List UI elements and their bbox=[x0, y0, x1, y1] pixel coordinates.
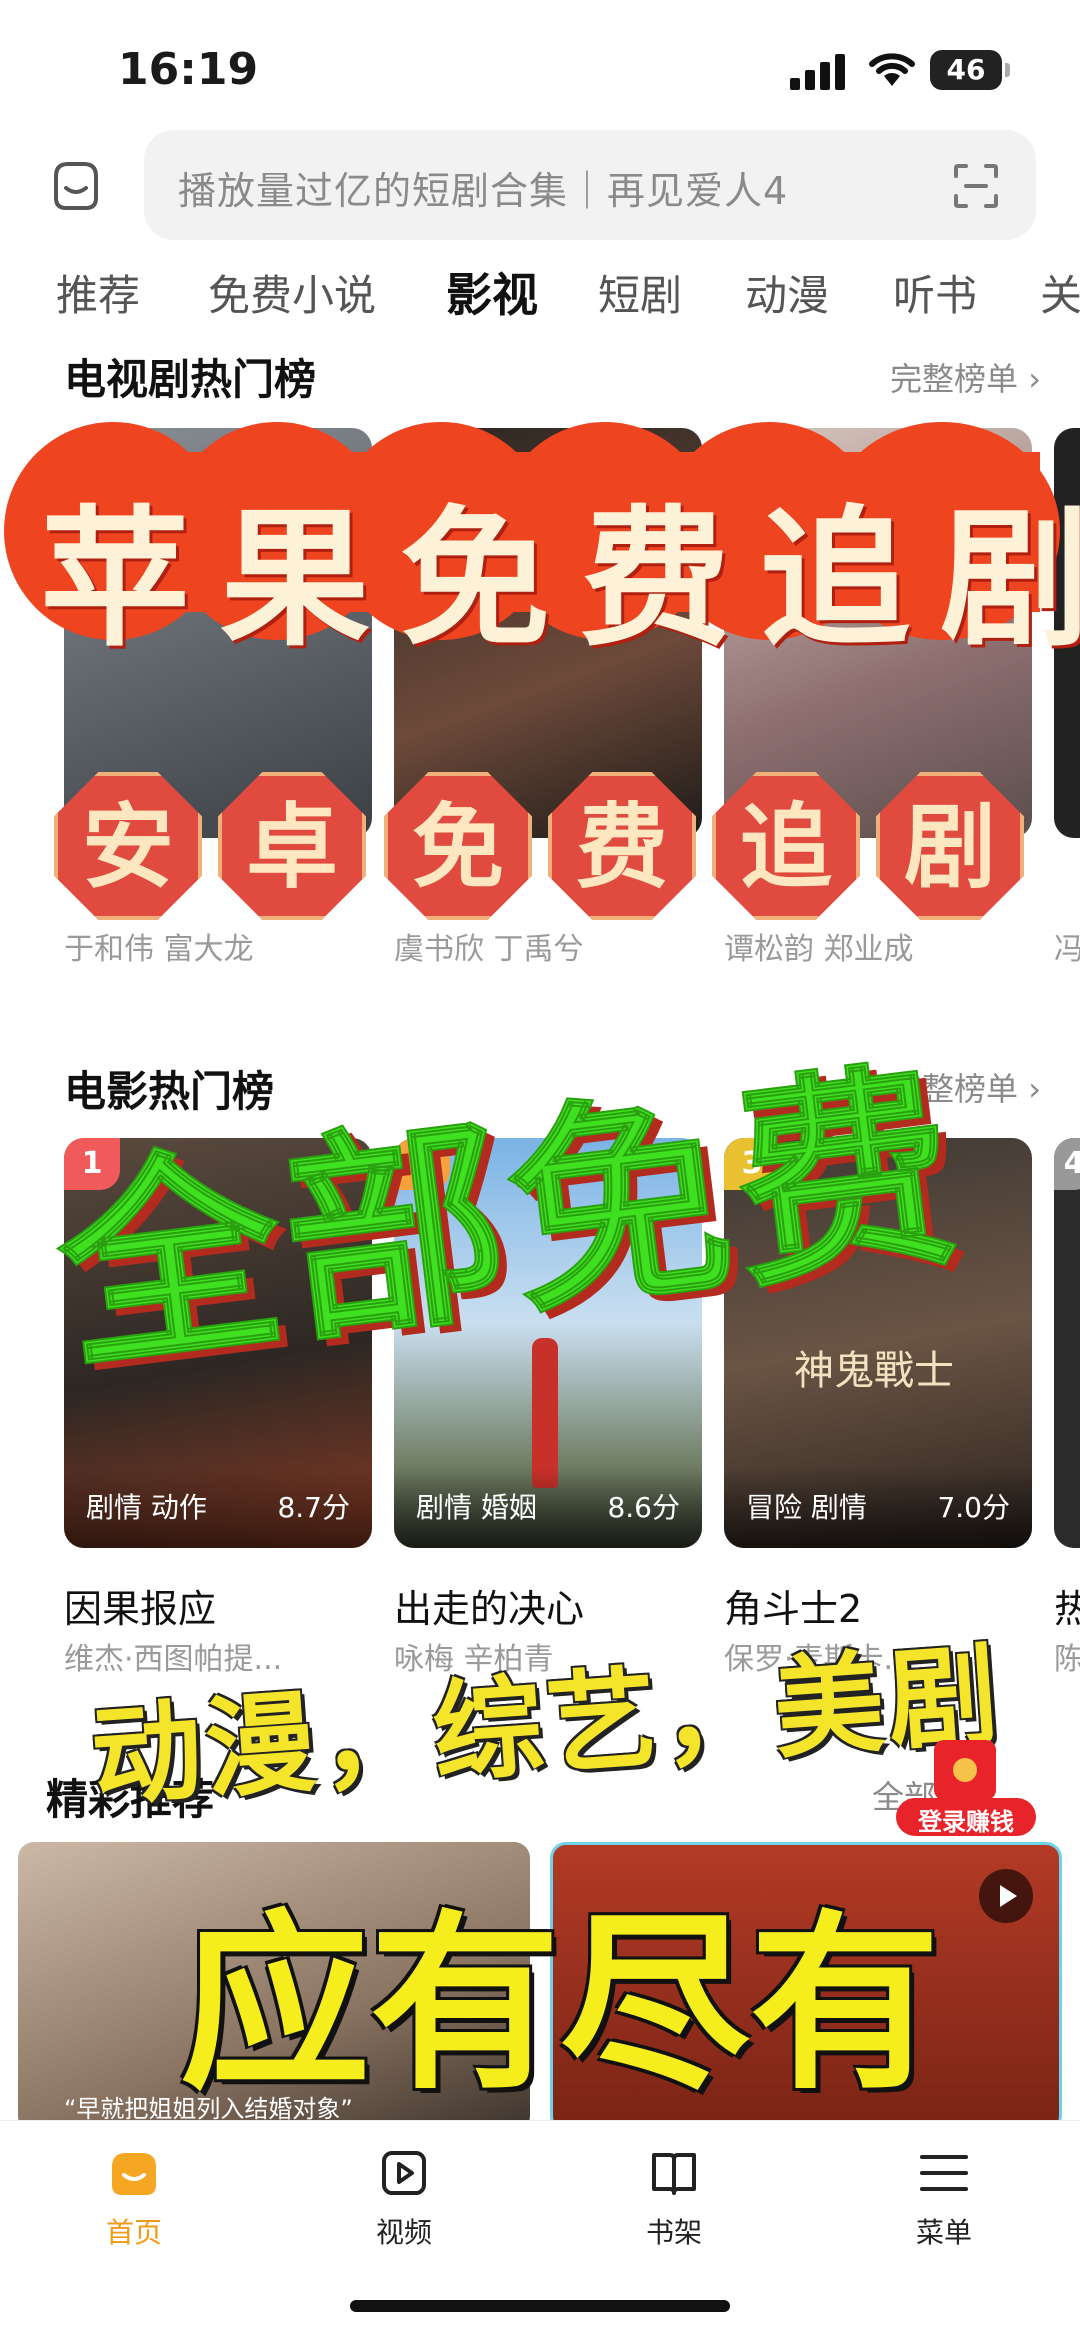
wifi-icon bbox=[869, 53, 915, 86]
nav-home[interactable]: 首页 bbox=[54, 2145, 214, 2251]
nav-bookshelf[interactable]: 书架 bbox=[594, 2145, 754, 2251]
search-bar[interactable]: 播放量过亿的短剧合集｜再见爱人4 bbox=[144, 130, 1036, 240]
movie-meta-2: 剧情 婚姻 8.6分 bbox=[394, 1468, 702, 1548]
category-tabs: 推荐 免费小说 影视 短剧 动漫 听书 关 bbox=[0, 262, 1080, 326]
poster-title-text: 神鬼戰士 bbox=[794, 1348, 954, 1394]
movie-genre-3: 冒险 剧情 bbox=[746, 1491, 867, 1524]
promo-char-1: 安 bbox=[54, 772, 202, 920]
movie-title-2: 出走的决心 bbox=[394, 1587, 585, 1631]
home-indicator[interactable] bbox=[350, 2300, 730, 2312]
status-time: 16:19 bbox=[118, 44, 259, 95]
bookshelf-icon bbox=[652, 2153, 696, 2195]
status-bar: 16:19 46 bbox=[0, 0, 1080, 130]
menu-icon bbox=[920, 2155, 968, 2191]
red-figure bbox=[532, 1338, 558, 1488]
nav-menu[interactable]: 菜单 bbox=[864, 2145, 1024, 2251]
promo-char-2: 卓 bbox=[218, 772, 366, 920]
nav-video[interactable]: 视频 bbox=[324, 2145, 484, 2251]
tab-free-novel[interactable]: 免费小说 bbox=[208, 262, 376, 323]
cellular-signal-icon bbox=[790, 52, 846, 90]
promo-red-banner: 苹果免费追剧 bbox=[0, 422, 1080, 667]
movie-score-2: 8.6分 bbox=[607, 1491, 680, 1524]
play-icon[interactable] bbox=[979, 1869, 1033, 1923]
movie-genre-2: 剧情 婚姻 bbox=[416, 1491, 537, 1524]
tab-short-drama[interactable]: 短剧 bbox=[598, 262, 682, 323]
scan-icon[interactable] bbox=[952, 162, 1000, 210]
nav-home-label: 首页 bbox=[105, 2216, 162, 2249]
tab-recommend[interactable]: 推荐 bbox=[56, 262, 140, 323]
movie-title-1: 因果报应 bbox=[64, 1587, 217, 1631]
tv-cast-1: 于和伟 富大龙 bbox=[64, 932, 254, 967]
promo-char-5: 追 bbox=[712, 772, 860, 920]
movie-meta-1: 剧情 动作 8.7分 bbox=[64, 1468, 372, 1548]
nav-menu-label: 菜单 bbox=[915, 2216, 972, 2249]
tv-cast-3: 谭松韵 郑业成 bbox=[724, 932, 914, 967]
login-earn-badge[interactable]: 登录赚钱 bbox=[896, 1740, 1036, 1836]
tab-anime[interactable]: 动漫 bbox=[745, 262, 829, 323]
nav-bookshelf-label: 书架 bbox=[645, 2216, 702, 2249]
tv-full-list-link[interactable]: 完整榜单 › bbox=[890, 354, 1041, 400]
video-icon bbox=[382, 2151, 426, 2195]
tv-cast-2: 虞书欣 丁禹兮 bbox=[394, 932, 584, 967]
movie-cast-4: 陈 bbox=[1054, 1642, 1080, 1677]
promo-char-4: 费 bbox=[548, 772, 696, 920]
home-icon bbox=[112, 2153, 156, 2195]
app-logo-icon[interactable] bbox=[46, 156, 106, 216]
promo-yellow-bigtext: 应有尽有 bbox=[180, 1894, 941, 2115]
battery-indicator: 46 bbox=[930, 50, 1010, 90]
tv-section-title: 电视剧热门榜 bbox=[64, 355, 317, 404]
tab-film-tv[interactable]: 影视 bbox=[446, 262, 538, 325]
promo-char-3: 免 bbox=[384, 772, 532, 920]
nav-video-label: 视频 bbox=[375, 2216, 432, 2249]
promo-red-banner-text: 苹果免费追剧 bbox=[40, 493, 1080, 667]
tab-more[interactable]: 关 bbox=[1040, 262, 1080, 323]
movie-genre-1: 剧情 动作 bbox=[86, 1491, 207, 1524]
tab-audiobook[interactable]: 听书 bbox=[893, 262, 977, 323]
rank-badge-4: 4 bbox=[1054, 1138, 1080, 1190]
movie-card-4[interactable]: 4 bbox=[1054, 1138, 1080, 1548]
tv-full-list-label: 完整榜单 bbox=[890, 360, 1019, 398]
movie-meta-3: 冒险 剧情 7.0分 bbox=[724, 1468, 1032, 1548]
promo-char-6: 剧 bbox=[876, 772, 1024, 920]
movie-score-1: 8.7分 bbox=[277, 1491, 350, 1524]
movie-title-4: 热 bbox=[1054, 1587, 1080, 1631]
login-earn-label: 登录赚钱 bbox=[918, 1808, 1014, 1836]
movie-score-3: 7.0分 bbox=[937, 1491, 1010, 1524]
tv-cast-4: 冯 bbox=[1054, 932, 1080, 967]
search-placeholder: 播放量过亿的短剧合集｜再见爱人4 bbox=[178, 169, 789, 213]
